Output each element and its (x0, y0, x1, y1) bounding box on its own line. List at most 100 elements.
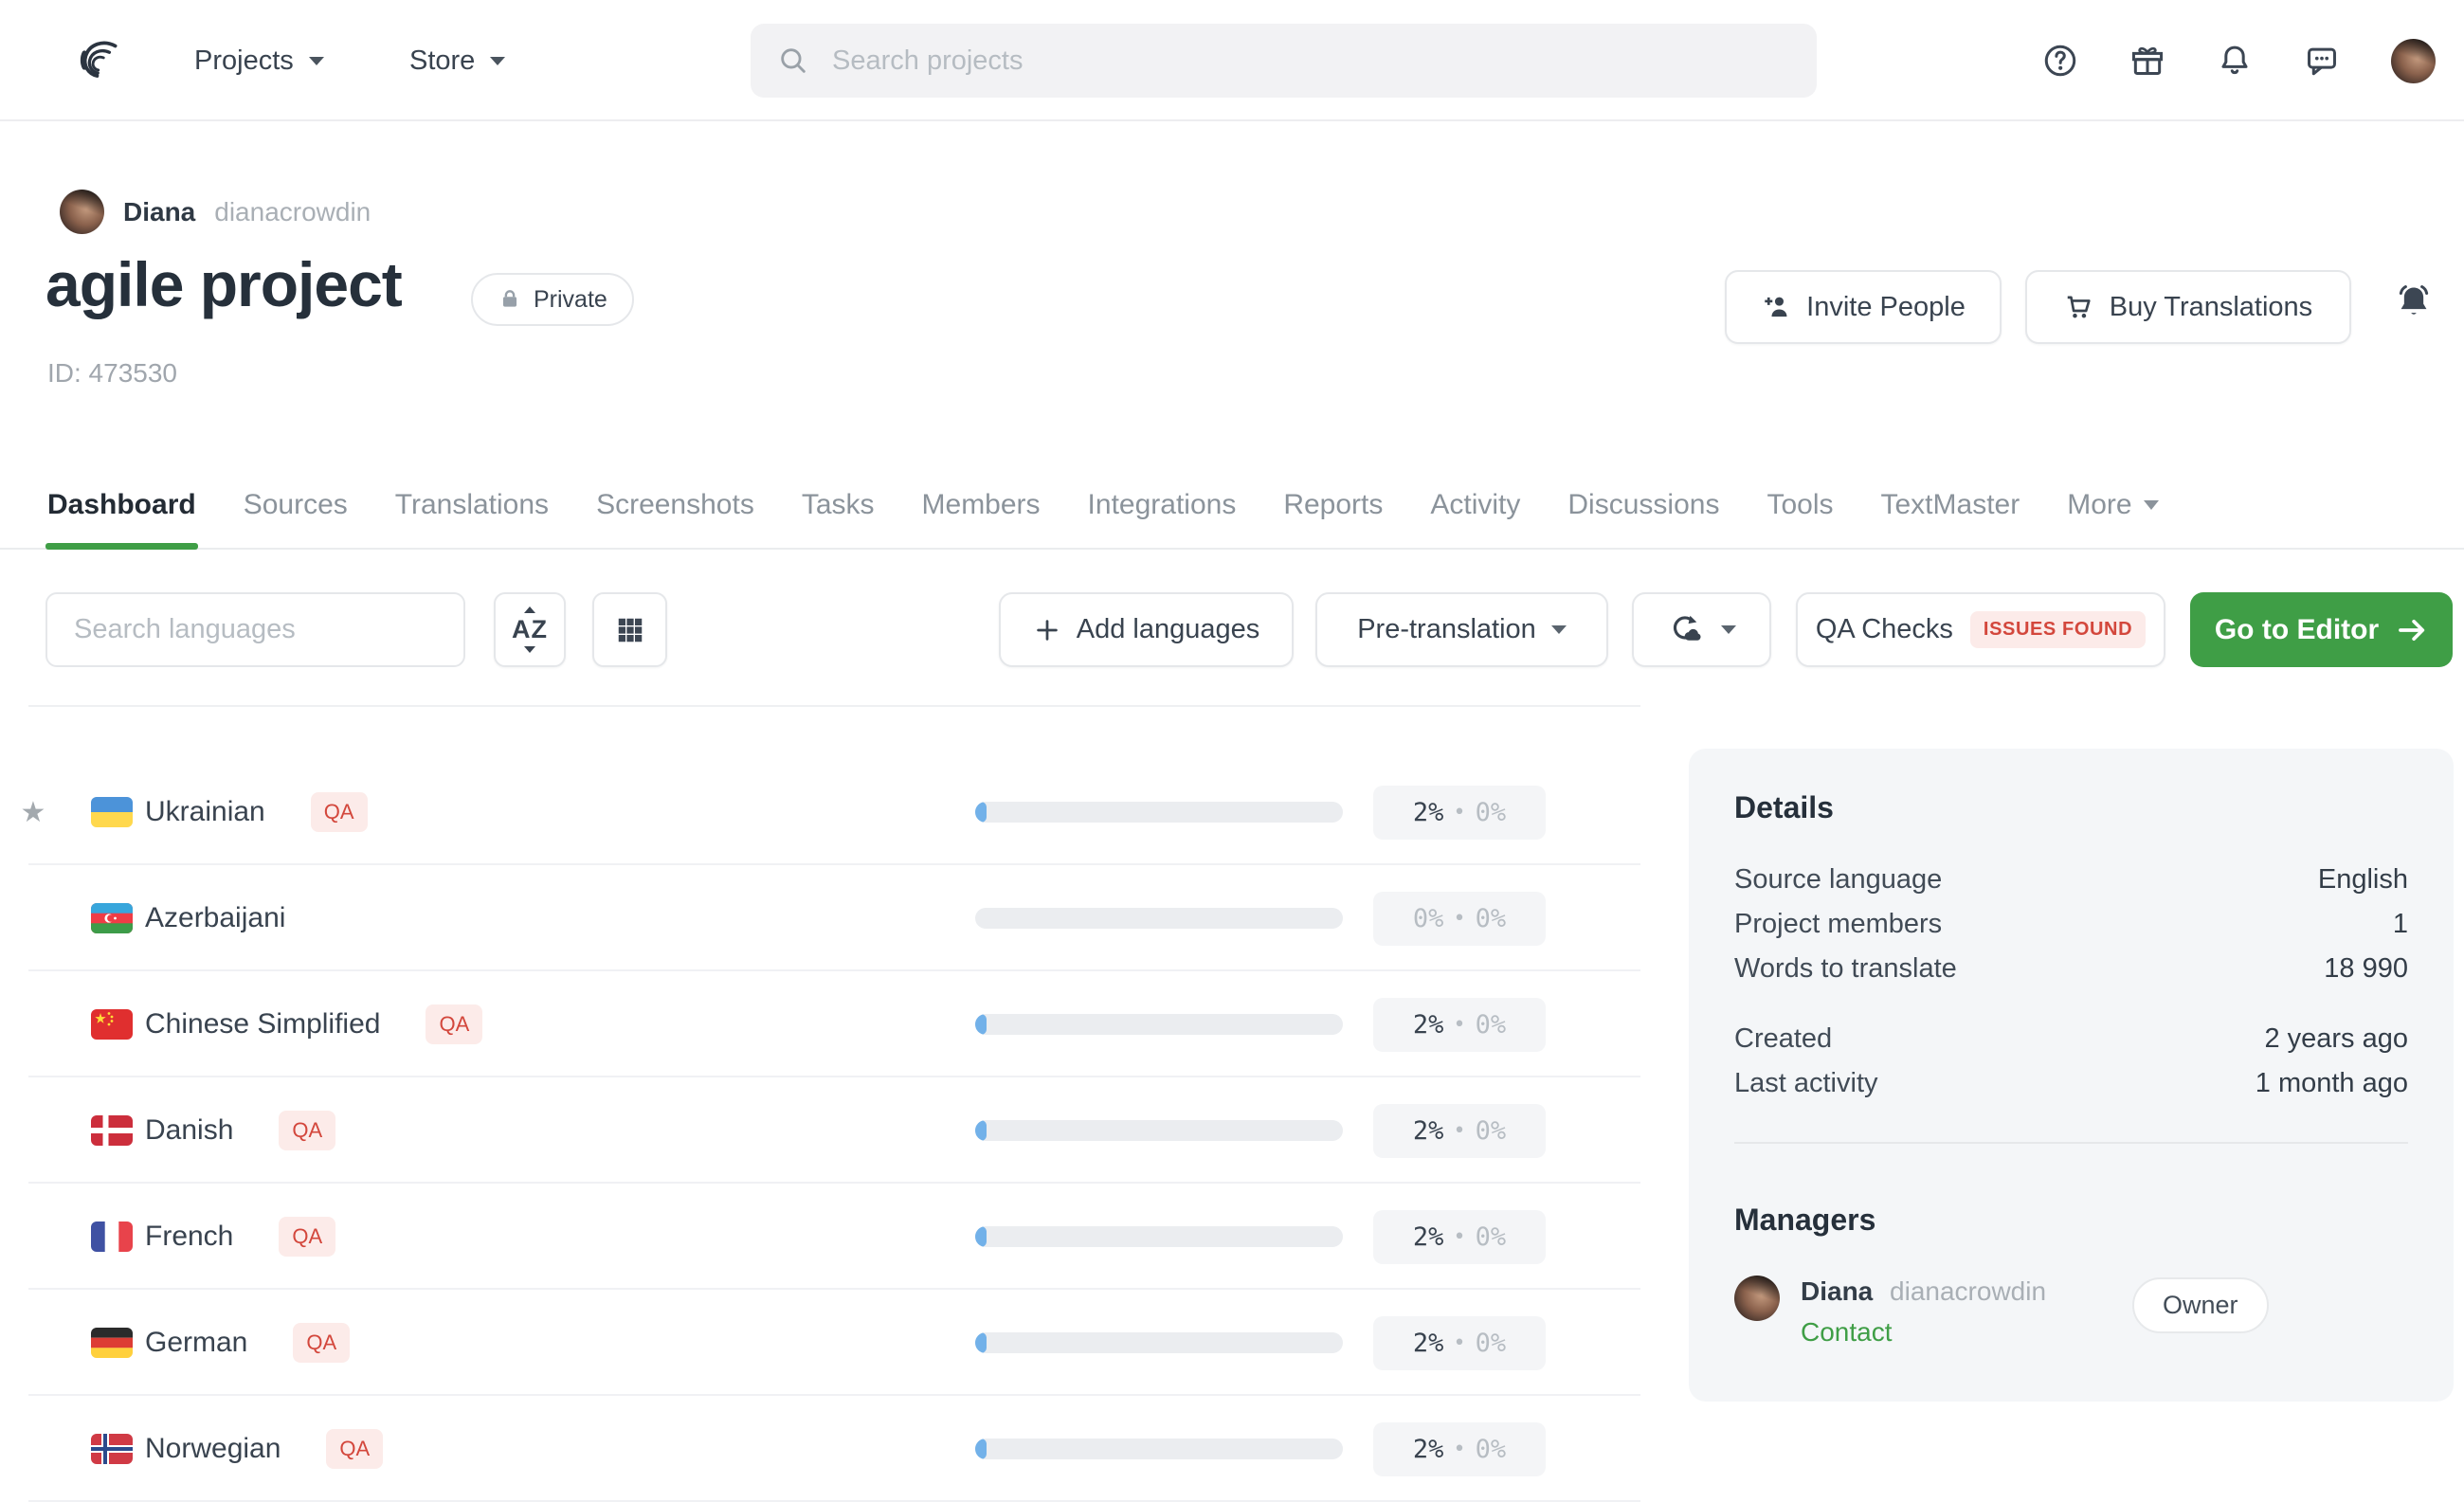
qa-badge[interactable]: QA (279, 1217, 335, 1257)
messages-icon[interactable] (2304, 43, 2340, 79)
qa-badge[interactable]: QA (426, 1004, 482, 1044)
tab-label: Tasks (802, 489, 875, 521)
progress-fill (975, 1439, 987, 1459)
go-to-editor-button[interactable]: Go to Editor (2190, 592, 2453, 667)
sync-cloud-icon (1668, 613, 1702, 647)
tab-dashboard[interactable]: Dashboard (45, 462, 198, 548)
language-row[interactable]: ★ Ukrainian QA 2% • 0% (28, 759, 1640, 865)
language-name[interactable]: Danish (145, 1114, 233, 1147)
tab-integrations[interactable]: Integrations (1086, 462, 1239, 548)
approved-percent: 0% (1476, 1329, 1507, 1358)
gift-icon[interactable] (2129, 43, 2165, 79)
help-icon[interactable] (2042, 43, 2078, 79)
flag-icon (91, 903, 133, 933)
owner-role-badge: Owner (2132, 1277, 2269, 1333)
tab-label: Members (922, 489, 1041, 521)
qa-badge[interactable]: QA (326, 1429, 383, 1469)
lock-icon (498, 287, 522, 312)
tab-textmaster[interactable]: TextMaster (1879, 462, 2022, 548)
progress-fill (975, 802, 987, 823)
notifications-bell-icon[interactable] (2217, 43, 2253, 79)
language-name[interactable]: German (145, 1327, 247, 1359)
tab-tasks[interactable]: Tasks (800, 462, 877, 548)
invite-people-label: Invite People (1806, 292, 1966, 323)
language-name[interactable]: Norwegian (145, 1433, 281, 1465)
detail-row: Created 2 years ago (1734, 1017, 2408, 1061)
sync-dropdown-button[interactable] (1632, 592, 1771, 667)
owner-avatar[interactable] (60, 190, 104, 234)
language-name[interactable]: Ukrainian (145, 796, 265, 828)
language-name[interactable]: Azerbaijani (145, 902, 285, 934)
tab-reports[interactable]: Reports (1281, 462, 1385, 548)
detail-label: Source language (1734, 858, 1942, 902)
language-row[interactable]: ★ French QA 2% • 0% (28, 1184, 1640, 1290)
progress-bar (975, 1332, 1343, 1353)
language-row[interactable]: ★ Norwegian QA 2% • 0% (28, 1396, 1640, 1502)
sort-languages-button[interactable]: AZ (494, 592, 566, 667)
nav-store-label: Store (409, 45, 475, 77)
detail-label: Last activity (1734, 1061, 1878, 1106)
language-list: ★ Ukrainian QA 2% • 0% ★ Azerbaijani 0% … (28, 705, 1640, 1502)
nav-projects-menu[interactable]: Projects (194, 0, 324, 121)
search-projects-input[interactable] (830, 45, 1790, 78)
progress-percentages: 2% • 0% (1373, 1316, 1546, 1370)
qa-checks-button[interactable]: QA Checks ISSUES FOUND (1796, 592, 2165, 667)
tab-more[interactable]: More (2065, 462, 2160, 548)
detail-value: 2 years ago (2264, 1017, 2408, 1061)
detail-row: Last activity 1 month ago (1734, 1061, 2408, 1106)
invite-people-button[interactable]: Invite People (1725, 270, 2002, 344)
progress-fill (975, 1120, 987, 1141)
language-row[interactable]: ★ German QA 2% • 0% (28, 1290, 1640, 1396)
project-watch-bell-button[interactable] (2392, 281, 2436, 325)
chevron-down-icon (309, 57, 324, 65)
tab-members[interactable]: Members (920, 462, 1042, 548)
qa-badge[interactable]: QA (279, 1111, 335, 1150)
chevron-down-icon (1721, 625, 1736, 634)
progress-fill (975, 1332, 987, 1353)
flag-icon (91, 1328, 133, 1358)
manager-avatar[interactable] (1734, 1276, 1780, 1321)
qa-badge[interactable]: QA (311, 792, 368, 832)
flag-icon (91, 797, 133, 827)
grid-icon (616, 616, 644, 644)
nav-store-menu[interactable]: Store (409, 0, 505, 121)
contact-link[interactable]: Contact (1801, 1317, 2046, 1348)
tab-label: More (2067, 489, 2131, 521)
language-row[interactable]: ★ Danish QA 2% • 0% (28, 1077, 1640, 1184)
add-languages-button[interactable]: Add languages (999, 592, 1294, 667)
percent-separator: • (1453, 907, 1465, 931)
panel-divider (1734, 1142, 2408, 1144)
language-name[interactable]: Chinese Simplified (145, 1008, 380, 1041)
grid-view-button[interactable] (592, 592, 667, 667)
approved-percent: 0% (1476, 1222, 1507, 1252)
qa-badge[interactable]: QA (293, 1323, 350, 1363)
pre-translation-button[interactable]: Pre-translation (1315, 592, 1608, 667)
tab-screenshots[interactable]: Screenshots (594, 462, 756, 548)
detail-row: Words to translate 18 990 (1734, 947, 2408, 991)
search-languages-input[interactable] (72, 613, 439, 646)
flag-icon (91, 1009, 133, 1040)
tab-sources[interactable]: Sources (242, 462, 350, 548)
language-name[interactable]: French (145, 1221, 233, 1253)
user-avatar[interactable] (2391, 39, 2436, 83)
flag-icon (91, 1434, 133, 1464)
manager-name[interactable]: Diana (1801, 1276, 1873, 1306)
tab-activity[interactable]: Activity (1428, 462, 1522, 548)
page-title: agile project (45, 248, 402, 320)
tab-label: Discussions (1567, 489, 1719, 521)
crowdin-logo-icon[interactable] (70, 32, 125, 87)
buy-translations-button[interactable]: Buy Translations (2025, 270, 2351, 344)
progress-percentages: 2% • 0% (1373, 1210, 1546, 1264)
owner-username[interactable]: dianacrowdin (214, 197, 371, 227)
language-row[interactable]: ★ Azerbaijani 0% • 0% (28, 865, 1640, 971)
owner-name[interactable]: Diana (123, 197, 195, 227)
tab-tools[interactable]: Tools (1765, 462, 1835, 548)
progress-percentages: 2% • 0% (1373, 1104, 1546, 1158)
tab-discussions[interactable]: Discussions (1566, 462, 1721, 548)
star-icon[interactable]: ★ (19, 759, 47, 865)
percent-separator: • (1453, 801, 1465, 824)
flag-icon (91, 1115, 133, 1146)
navbar-actions (2042, 0, 2436, 121)
tab-translations[interactable]: Translations (393, 462, 551, 548)
language-row[interactable]: ★ Chinese Simplified QA 2% • 0% (28, 971, 1640, 1077)
